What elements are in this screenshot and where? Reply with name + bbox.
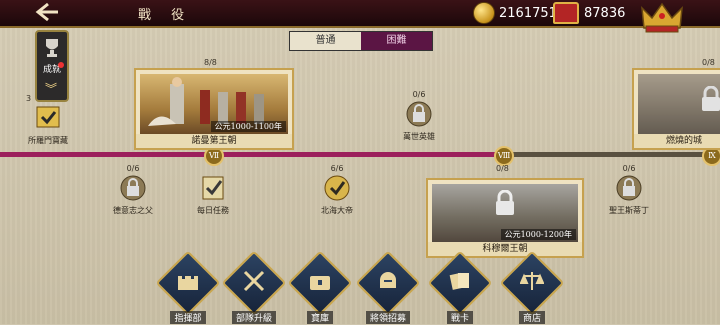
chapter-marker-8: Ⅷ (494, 146, 514, 166)
node-count: 0/6 (412, 90, 426, 99)
node-name: 北海大帝 (321, 206, 353, 215)
top-bar: 戰 役 2161751 87836 (0, 0, 720, 33)
treasury-label: 寶庫 (306, 311, 333, 324)
castle-icon (176, 270, 200, 296)
lock-icon (496, 190, 514, 215)
node-father-of-germany[interactable]: 0/6 德意志之父 (108, 164, 158, 216)
troop-upgrade-button[interactable]: 部隊升級 (221, 250, 287, 325)
normans-count: 8/8 (204, 58, 217, 67)
almoravid-count: 0/8 (496, 164, 509, 173)
battle-cards-label: 戰卡 (446, 311, 473, 324)
shop-button[interactable]: 商店 (499, 250, 565, 325)
node-name: 德意志之父 (113, 206, 153, 215)
progress-track-completed (0, 152, 500, 157)
node-name: 所羅門寶藏 (28, 136, 68, 145)
tab-hard[interactable]: 困難 (361, 32, 432, 50)
headquarters-button[interactable]: 指揮部 (155, 250, 221, 325)
treasure-chest-icon (308, 270, 332, 296)
almoravid-period: 公元1000-1200年 (500, 229, 576, 240)
fire-name: 燃燒的城 (634, 134, 720, 148)
page-title: 戰 役 (138, 8, 193, 23)
completed-laurel-icon (324, 175, 350, 201)
shop-label: 商店 (518, 311, 545, 324)
locked-laurel-icon (406, 101, 432, 127)
headquarters-label: 指揮部 (170, 311, 206, 324)
general-recruit-label: 將領招募 (365, 311, 410, 324)
node-count: 6/6 (330, 164, 344, 173)
troop-upgrade-label: 部隊升級 (231, 311, 276, 324)
node-name: 聖王斯蒂丁 (609, 206, 649, 215)
gem-amount: 87836 (584, 5, 626, 21)
chapter-card-burning-city[interactable]: 燃燒的城 (632, 68, 720, 150)
gem-chest-icon (553, 2, 579, 24)
node-count: 0/6 (126, 164, 140, 173)
helmet-icon (376, 270, 400, 296)
node-count (188, 164, 238, 173)
node-north-sea-emperor[interactable]: 6/6 北海大帝 (312, 164, 362, 216)
general-recruit-button[interactable]: 將領招募 (355, 250, 421, 325)
node-saint-stephen[interactable]: 0/6 聖王斯蒂丁 (604, 164, 654, 216)
crown-icon (641, 2, 683, 33)
notification-dot (58, 62, 64, 68)
gold-counter[interactable]: 2161751 (473, 2, 557, 24)
node-eternal-hero[interactable]: 0/6 萬世英雄 (394, 90, 444, 142)
node-name: 萬世英雄 (403, 132, 435, 141)
node-solomon-treasure[interactable]: 3 所羅門寶藏 (26, 94, 70, 146)
chapter-card-normans[interactable]: 公元1000-1100年 諾曼第王朝 (134, 68, 294, 150)
back-arrow-icon (35, 2, 58, 22)
gold-coin-icon (473, 2, 495, 24)
scales-icon (519, 270, 545, 296)
back-button[interactable] (22, 0, 72, 24)
locked-laurel-icon (616, 175, 642, 201)
progress-track-locked (500, 152, 720, 157)
gold-amount: 2161751 (499, 5, 557, 21)
normans-period: 公元1000-1100年 (210, 121, 286, 132)
vip-crown-button[interactable] (640, 0, 684, 38)
node-count: 3 (26, 94, 32, 103)
battle-cards-button[interactable]: 戰卡 (427, 250, 493, 325)
almoravid-name: 科穆爾王朝 (428, 242, 582, 256)
tab-normal[interactable]: 普通 (290, 32, 361, 50)
lock-icon (702, 86, 720, 111)
treasury-button[interactable]: 寶庫 (287, 250, 353, 325)
cards-icon (448, 270, 472, 296)
swords-icon (242, 270, 266, 296)
achievement-button[interactable]: 成就 ︾ (35, 30, 69, 102)
chapter-card-almoravid[interactable]: 公元1000-1200年 科穆爾王朝 (426, 178, 584, 258)
node-count: 0/6 (622, 164, 636, 173)
node-daily-missions[interactable]: 每日任務 (188, 164, 238, 216)
gem-counter[interactable]: 87836 (553, 2, 625, 24)
node-name: 每日任務 (197, 206, 229, 215)
checkmark-banner-icon (36, 106, 60, 128)
locked-laurel-icon (120, 175, 146, 201)
normans-name: 諾曼第王朝 (136, 134, 292, 148)
daily-checklist-icon (202, 176, 224, 200)
fire-count: 0/8 (702, 58, 715, 67)
trophy-icon (46, 39, 58, 57)
difficulty-tabs: 普通 困難 (289, 31, 433, 51)
